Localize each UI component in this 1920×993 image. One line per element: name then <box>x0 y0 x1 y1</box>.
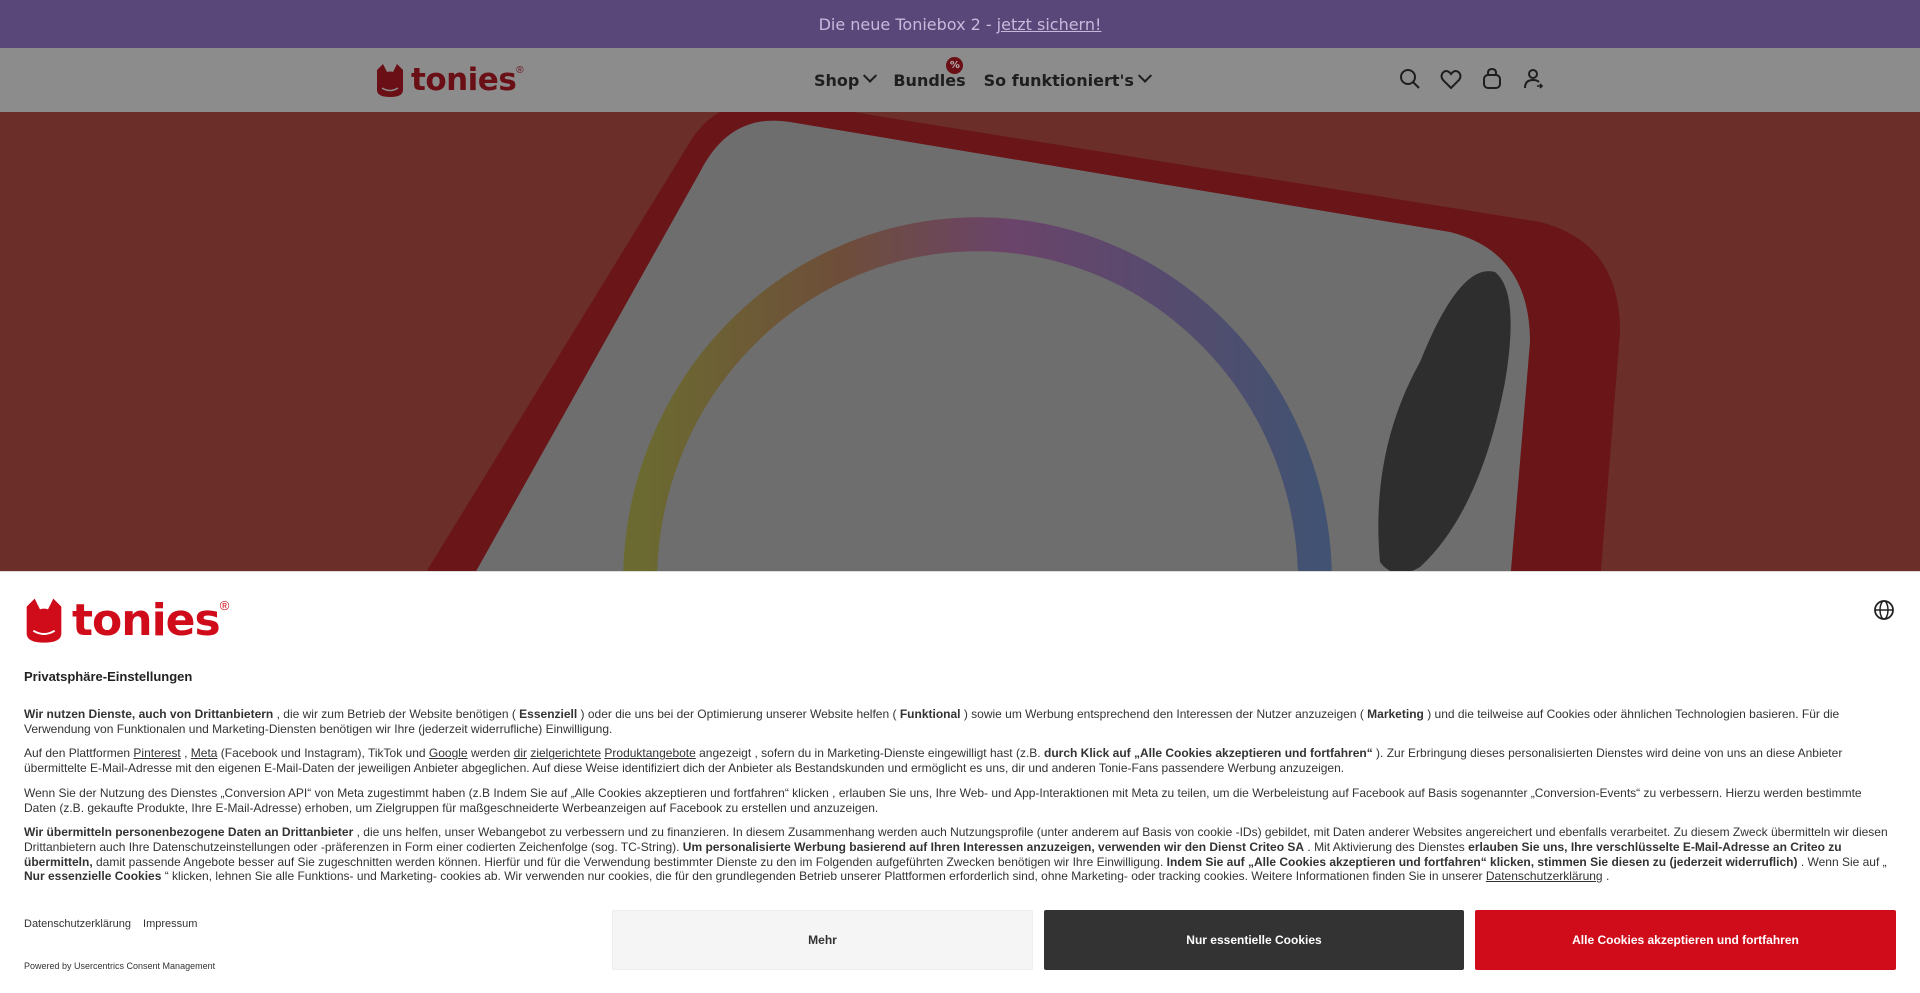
hero-banner <box>0 112 1920 572</box>
text: ) sowie um Werbung entsprechend den Inte… <box>960 707 1368 721</box>
account-icon[interactable] <box>1521 67 1545 91</box>
text-bold: Wir nutzen Dienste, auch von Drittanbiet… <box>24 707 274 721</box>
powered-by: Powered by Usercentrics Consent Manageme… <box>24 961 216 971</box>
consent-logo: tonies ® <box>24 594 230 646</box>
text: ) oder die uns bei der Optimierung unser… <box>577 707 900 721</box>
text: Auf den Plattformen <box>24 746 134 761</box>
text: , <box>180 746 191 761</box>
chevron-down-icon <box>863 68 878 83</box>
tonies-ears-icon <box>377 64 403 97</box>
text-bold: Marketing <box>1367 707 1424 721</box>
text-bold: durch Klick auf „Alle Cookies akzeptiere… <box>1043 746 1373 761</box>
accept-all-button[interactable]: Alle Cookies akzeptieren und fortfahren <box>1475 910 1896 970</box>
text-bold: Funktional <box>899 707 961 721</box>
imprint-link[interactable]: Impressum <box>143 918 197 930</box>
product-offers-link[interactable]: Produktangebote <box>604 746 695 760</box>
percent-badge: % <box>946 56 964 74</box>
logo-reg: ® <box>516 65 524 76</box>
consent-body: Wir nutzen Dienste, auch von Drittanbiet… <box>24 707 1896 894</box>
more-button[interactable]: Mehr <box>612 910 1033 970</box>
text: angezeigt , sofern du in Marketing-Diens… <box>695 746 1044 761</box>
text: damit passende Angebote besser auf Sie z… <box>92 854 1167 869</box>
toniebox-image <box>0 112 1920 572</box>
essential-cookies-button[interactable]: Nur essentielle Cookies <box>1044 910 1464 970</box>
consent-paragraph-2: Auf den Plattformen Pinterest , Meta (Fa… <box>24 746 1896 775</box>
nav-how-label: So funktioniert's <box>983 70 1134 90</box>
search-icon[interactable] <box>1398 67 1422 91</box>
text-bold: Wir übermitteln personenbezogene Daten a… <box>24 825 354 840</box>
text: , die wir zum Betrieb der Website benöti… <box>273 707 520 721</box>
meta-link[interactable]: Meta <box>191 746 218 760</box>
text-bold: Indem Sie auf „Alle Cookies akzeptieren … <box>1166 854 1798 869</box>
header-icons <box>1398 67 1545 91</box>
privacy-link[interactable]: Datenschutzerklärung <box>24 918 131 930</box>
heart-icon[interactable] <box>1439 67 1463 91</box>
targeted-link[interactable]: zielgerichtete <box>530 746 601 760</box>
text: “ klicken, lehnen Sie alle Funktions- un… <box>161 869 1486 884</box>
nav-shop[interactable]: Shop <box>814 68 878 90</box>
consent-title: Privatsphäre-Einstellungen <box>24 669 193 684</box>
google-link[interactable]: Google <box>429 746 468 760</box>
tonies-ears-icon <box>26 598 62 643</box>
pinterest-link[interactable]: Pinterest <box>133 746 180 760</box>
dir-link[interactable]: dir <box>514 746 527 760</box>
globe-icon[interactable] <box>1873 599 1895 621</box>
cookie-consent-dialog: tonies ® Privatsphäre-Einstellungen Wir … <box>0 571 1920 993</box>
text: werden <box>467 746 514 761</box>
announcement-link[interactable]: jetzt sichern! <box>997 15 1102 34</box>
announcement-text: Die neue Toniebox 2 - <box>818 14 992 34</box>
announcement-bar: Die neue Toniebox 2 - jetzt sichern! <box>0 0 1920 48</box>
consent-paragraph-4: Wir übermitteln personenbezogene Daten a… <box>24 825 1896 884</box>
text-bold: Essenziell <box>519 707 578 721</box>
consent-footer-links: Datenschutzerklärung Impressum <box>24 918 197 930</box>
text-bold: Nur essenzielle Cookies <box>24 869 162 884</box>
text: . <box>1602 869 1610 884</box>
chevron-down-icon <box>1137 68 1153 83</box>
logo-text: tonies <box>411 62 517 98</box>
consent-logo-reg: ® <box>219 598 230 613</box>
consent-paragraph-1: Wir nutzen Dienste, auch von Drittanbiet… <box>24 707 1896 736</box>
nav-how-it-works[interactable]: So funktioniert's <box>983 68 1153 90</box>
bag-icon[interactable] <box>1480 67 1504 91</box>
main-nav: Shop Bundles % So funktioniert's <box>814 48 1153 112</box>
nav-shop-label: Shop <box>814 70 860 90</box>
consent-logo-text: tonies <box>72 594 221 646</box>
site-header: tonies ® Shop Bundles % So funktioniert'… <box>0 48 1920 112</box>
text: . Mit Aktivierung des Dienstes <box>1304 839 1469 854</box>
text: (Facebook und Instagram), TikTok und <box>217 746 429 761</box>
tonies-logo[interactable]: tonies ® <box>375 61 524 99</box>
text: . Wenn Sie auf „ <box>1797 854 1887 869</box>
consent-paragraph-3: Wenn Sie der Nutzung des Dienstes „Conve… <box>24 785 1862 815</box>
nav-bundles[interactable]: Bundles % <box>893 56 966 90</box>
privacy-policy-link[interactable]: Datenschutzerklärung <box>1486 869 1603 883</box>
text-bold: Um personalisierte Werbung basierend auf… <box>682 839 1305 854</box>
